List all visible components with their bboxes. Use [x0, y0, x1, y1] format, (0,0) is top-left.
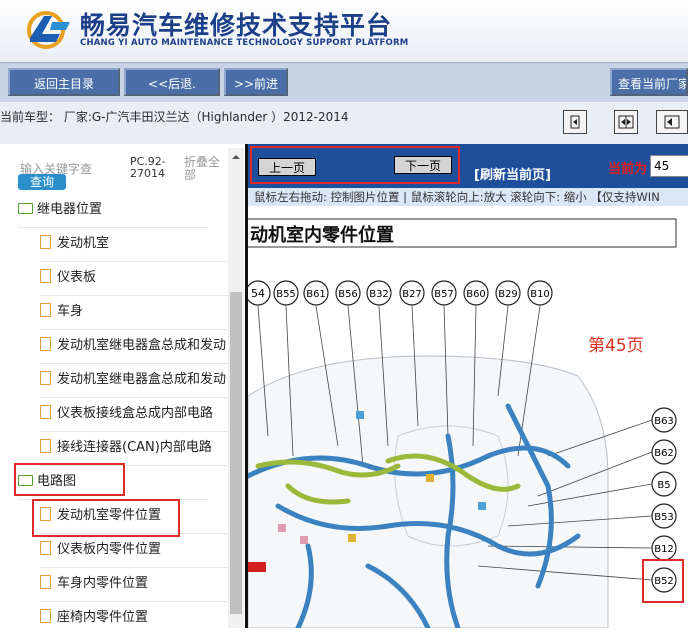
- collapse-panel-icon[interactable]: [656, 110, 688, 134]
- tree-item-engine-room[interactable]: 发动机室: [40, 228, 228, 262]
- connector-b5: B5: [651, 471, 677, 497]
- engine-bay-outline: [248, 355, 609, 628]
- connector-b60: B60: [463, 280, 489, 306]
- current-page-label: 当前为: [608, 162, 648, 177]
- tree-item-label: 车身: [57, 304, 84, 319]
- highlight-page-nav: [250, 146, 460, 184]
- document-icon: [40, 541, 51, 555]
- svg-text:B57: B57: [434, 289, 454, 300]
- connector-b57: B57: [431, 280, 457, 306]
- logo-icon: [27, 11, 70, 49]
- connector-b32: B32: [366, 280, 392, 306]
- svg-text:B53: B53: [654, 512, 674, 523]
- tree-item-engine-relay-box-1[interactable]: 发动机室继电器盒总成和发动: [40, 330, 228, 364]
- home-button[interactable]: 返回主目录: [8, 68, 120, 96]
- svg-text:B52: B52: [654, 576, 674, 587]
- main-toolbar: 返回主目录 <<后退. >>前进 查看当前厂家: [0, 62, 688, 103]
- svg-text:B55: B55: [276, 289, 296, 300]
- connector-54: 54: [248, 280, 271, 306]
- split-view-icon[interactable]: [614, 110, 638, 134]
- svg-text:B5: B5: [657, 480, 670, 491]
- svg-text:B60: B60: [466, 289, 486, 300]
- back-button[interactable]: <<后退.: [124, 68, 220, 96]
- tree-item-can-connector[interactable]: 接线连接器(CAN)内部电路: [40, 432, 228, 466]
- svg-text:B29: B29: [498, 289, 518, 300]
- tree-item-instrument-parts[interactable]: 仪表板内零件位置: [40, 534, 228, 568]
- svg-text:B62: B62: [654, 448, 674, 459]
- svg-text:B27: B27: [402, 289, 422, 300]
- connector-b55: B55: [273, 280, 299, 306]
- svg-text:54: 54: [251, 287, 265, 300]
- document-icon: [40, 269, 51, 283]
- tree-item-label: 发动机室继电器盒总成和发动: [57, 372, 227, 387]
- right-connectors: B63 B62 B5 B53 B12 B52: [651, 407, 677, 593]
- tree-item-label: 继电器位置: [37, 202, 103, 217]
- connector-b63: B63: [651, 407, 677, 433]
- query-button[interactable]: 查询: [18, 174, 66, 190]
- tree-item-instrument-panel[interactable]: 仪表板: [40, 262, 228, 296]
- expand-panel-icon[interactable]: [563, 110, 587, 134]
- folder-open-icon: [18, 203, 33, 214]
- diagram-page-label: 第45页: [588, 336, 644, 356]
- svg-text:B12: B12: [654, 544, 674, 555]
- svg-text:B32: B32: [369, 289, 389, 300]
- connector-b12: B12: [651, 535, 677, 561]
- document-icon: [40, 609, 51, 623]
- connector-b29: B29: [495, 280, 521, 306]
- refresh-page-link[interactable]: [刷新当前页]: [474, 164, 551, 183]
- pc-code: PC.92-27014: [130, 155, 166, 180]
- document-icon: [40, 371, 51, 385]
- svg-text:B10: B10: [530, 289, 550, 300]
- forward-button[interactable]: >>前进: [224, 68, 288, 96]
- tree-item-body[interactable]: 车身: [40, 296, 228, 330]
- tree-item-body-parts[interactable]: 车身内零件位置: [40, 568, 228, 602]
- tree-item-label: 车身内零件位置: [57, 576, 149, 591]
- document-icon: [40, 405, 51, 419]
- connector-b10: B10: [527, 280, 553, 306]
- collapse-all-link[interactable]: 折叠全部: [184, 156, 224, 182]
- tree-folder-relay-location[interactable]: 继电器位置: [18, 194, 208, 228]
- tree-item-label: 仪表板内零件位置: [57, 542, 162, 557]
- sidebar-scroll-thumb[interactable]: [230, 292, 242, 614]
- tree-item-label: 座椅内零件位置: [57, 610, 149, 625]
- tree-item-label: 发动机室继电器盒总成和发动: [57, 338, 227, 353]
- tree-item-label: 仪表板: [57, 270, 97, 285]
- document-icon: [40, 337, 51, 351]
- connector-b27: B27: [399, 280, 425, 306]
- document-icon: [40, 235, 51, 249]
- current-vehicle: 当前车型： 厂家:G-广汽丰田汉兰达（Highlander ）2012-2014: [0, 110, 349, 124]
- tree-item-label: 仪表板接线盒总成内部电路: [57, 406, 214, 421]
- viewer-hint: 鼠标左右拖动: 控制图片位置 | 鼠标滚轮向上:放大 滚轮向下: 缩小 【仅支持…: [248, 188, 688, 206]
- connector-b61: B61: [303, 280, 329, 306]
- document-icon: [40, 303, 51, 317]
- app-subtitle: CHANG YI AUTO MAINTENANCE TECHNOLOGY SUP…: [80, 38, 409, 48]
- svg-text:B63: B63: [654, 416, 674, 427]
- connector-b53: B53: [651, 503, 677, 529]
- scroll-up-icon[interactable]: [228, 151, 244, 163]
- connector-b52: B52: [651, 567, 677, 593]
- diagram-title: 动机室内零件位置: [250, 224, 394, 246]
- tree-item-instrument-junction-box[interactable]: 仪表板接线盒总成内部电路: [40, 398, 228, 432]
- wiring-diagram-svg: 动机室内零件位置 第45页 54 B55 B61 B56 B32 B27 B57…: [248, 218, 684, 628]
- wiring-diagram-image[interactable]: 动机室内零件位置 第45页 54 B55 B61 B56 B32 B27 B57…: [248, 206, 688, 628]
- svg-text:B56: B56: [338, 289, 358, 300]
- tree-item-label: 接线连接器(CAN)内部电路: [57, 440, 212, 455]
- svg-text:B61: B61: [306, 289, 326, 300]
- highlight-circuit-diagram: [14, 463, 125, 496]
- tree-item-label: 发动机室: [57, 236, 110, 251]
- tree-item-seat-parts[interactable]: 座椅内零件位置: [40, 602, 228, 636]
- current-maker-button[interactable]: 查看当前厂家: [610, 68, 688, 96]
- highlight-engine-room-parts: [32, 499, 180, 537]
- tree-item-engine-relay-box-2[interactable]: 发动机室继电器盒总成和发动: [40, 364, 228, 398]
- connector-b56: B56: [335, 280, 361, 306]
- current-page-input[interactable]: 45: [650, 155, 688, 177]
- document-icon: [40, 575, 51, 589]
- top-connectors: 54 B55 B61 B56 B32 B27 B57 B60 B29 B10: [248, 280, 553, 306]
- connector-b62: B62: [651, 439, 677, 465]
- app-title: 畅易汽车维修技术支持平台: [80, 11, 393, 40]
- document-icon: [40, 439, 51, 453]
